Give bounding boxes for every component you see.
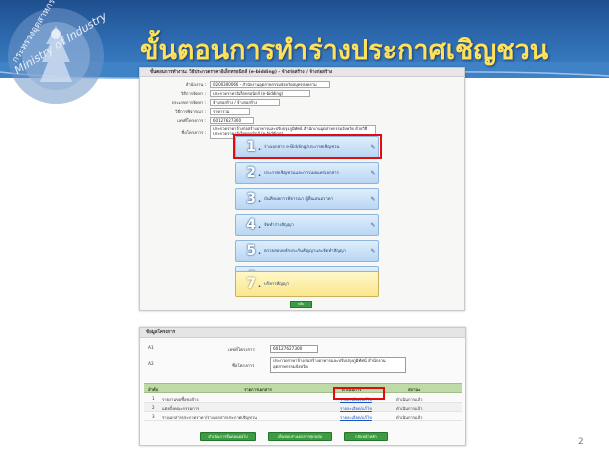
office-field[interactable]: 0200300066 - สำนักงานอุตสาหกรรมจังหวัดสม…: [210, 80, 330, 88]
row-doc: แต่งตั้งคณะกรรมการ: [162, 406, 200, 411]
next-step-button[interactable]: ดำเนินการขั้นตอนต่อไป: [200, 432, 256, 441]
row-status: ดำเนินการแล้ว: [396, 397, 423, 402]
workflow-screenshot: ขั้นตอนการทำงาน: วิธีประกวดราคาอิเล็กทรอ…: [139, 67, 465, 311]
slide: กระทรวงอุตสาหกรรม Ministry of Industry ข…: [0, 0, 609, 461]
detail-edit-link[interactable]: รายละเอียด/แก้ไข: [340, 405, 372, 412]
field-label: วิธีการพิจารณา :: [175, 108, 206, 114]
step-label: ตรวจสอบหลักประกันสัญญาและจัดทำสัญญา: [264, 248, 346, 254]
col-header: สถานะ: [408, 387, 421, 392]
row-no: 3: [152, 414, 155, 419]
field-label: ประเภทการจัดหา :: [171, 99, 206, 105]
row-status: ดำเนินการแล้ว: [396, 415, 423, 420]
table-row: 3 ร่างเอกสารประกวดราคา/ร่างเอกสารประกาศเ…: [144, 412, 462, 421]
col-header: ลำดับ: [148, 387, 159, 392]
project-number-field[interactable]: 60127627300: [210, 116, 254, 124]
field-label: เลขที่โครงการ :: [177, 117, 206, 123]
row-doc: ร่างเอกสารประกวดราคา/ร่างเอกสารประกาศเชิ…: [162, 415, 257, 420]
table-row: 1 รายงานขอซื้อขอจ้าง รายละเอียด/แก้ไข ดำ…: [144, 394, 462, 403]
step-5-button[interactable]: 5. ตรวจสอบหลักประกันสัญญาและจัดทำสัญญา ✎: [235, 240, 379, 262]
row-key: A2: [148, 362, 154, 367]
pencil-icon: ✎: [370, 195, 376, 203]
slide-title: ขั้นตอนการทำร่างประกาศเชิญชวน: [140, 35, 549, 66]
pencil-icon: ✎: [370, 169, 376, 177]
field-label: วิธีการจัดหา :: [180, 90, 206, 96]
step-dot: .: [258, 246, 262, 256]
table-header: ลำดับ รายการเอกสาร ดำเนินการ สถานะ: [144, 383, 462, 393]
row-doc: รายงานขอซื้อขอจ้าง: [162, 397, 199, 402]
field-label: ชื่อโครงการ :: [181, 129, 206, 135]
field-row-method: วิธีการจัดหา : ประกวดราคาอิเล็กทรอนิกส์ …: [140, 89, 310, 97]
row-no: 2: [152, 405, 155, 410]
step-label: บริหารสัญญา: [264, 281, 289, 287]
back-button[interactable]: กลับ: [290, 301, 312, 308]
field-row-office: สำนักงาน : 0200300066 - สำนักงานอุตสาหกร…: [140, 80, 330, 88]
row-label: ชื่อโครงการ: [232, 364, 255, 369]
home-button[interactable]: กลับหน้าหลัก: [344, 432, 388, 441]
page-number: 2: [578, 437, 584, 447]
step-dot: .: [258, 168, 262, 178]
col-header: รายการเอกสาร: [244, 387, 272, 392]
table-row: 2 แต่งตั้งคณะกรรมการ รายละเอียด/แก้ไข ดำ…: [144, 403, 462, 412]
project-screenshot: ข้อมูลโครงการ A1 เลขที่โครงการ 601276273…: [139, 327, 466, 446]
field-row-evaluation: วิธีการพิจารณา : ราคารวม: [140, 107, 250, 115]
form-title: ขั้นตอนการทำงาน: วิธีประกวดราคาอิเล็กทรอ…: [140, 68, 464, 77]
project-number-value[interactable]: 60127627300: [270, 345, 318, 353]
step-dot: .: [258, 220, 262, 230]
step-3-button[interactable]: 3. บันทึกผลการพิจารณา ผู้ยื่นเสนอราคา ✎: [235, 188, 379, 210]
step-label: บันทึกผลการพิจารณา ผู้ยื่นเสนอราคา: [264, 196, 334, 202]
step-number: 5: [246, 243, 256, 259]
step-7-button[interactable]: 7. บริหารสัญญา: [235, 271, 379, 297]
pencil-icon: ✎: [370, 221, 376, 229]
method-field[interactable]: ประกวดราคาอิเล็กทรอนิกส์ (e-bidding): [210, 89, 310, 97]
step-dot: .: [258, 279, 262, 289]
approve-all-button[interactable]: เห็นชอบร่างเอกสารทุกฉบับ: [268, 432, 332, 441]
field-row-project-no: เลขที่โครงการ : 60127627300: [140, 116, 254, 124]
project-name-value[interactable]: ประกวดราคาจ้างก่อสร้างอาคารและปรับปรุงภู…: [270, 357, 406, 373]
row-key: A1: [148, 346, 154, 351]
step-label: จัดทำร่างสัญญา: [264, 222, 294, 228]
step-label: ประกาศเชิญชวนและการเผยแพร่เอกสาร: [264, 170, 339, 176]
step-number: 3: [246, 191, 256, 207]
step-dot: .: [258, 194, 262, 204]
step-number: 4: [246, 217, 256, 233]
detail-edit-link[interactable]: รายละเอียด/แก้ไข: [340, 414, 372, 421]
step-2-button[interactable]: 2. ประกาศเชิญชวนและการเผยแพร่เอกสาร ✎: [235, 162, 379, 184]
step-number: 7: [246, 276, 256, 292]
action-column-highlight: [333, 387, 385, 400]
step-4-button[interactable]: 4. จัดทำร่างสัญญา ✎: [235, 214, 379, 236]
step-number: 2: [246, 165, 256, 181]
type-field[interactable]: จ้างก่อสร้าง / จ้างก่อสร้าง: [210, 98, 280, 106]
row-label: เลขที่โครงการ: [228, 348, 255, 353]
pencil-icon: ✎: [370, 247, 376, 255]
row-status: ดำเนินการแล้ว: [396, 406, 423, 411]
row-no: 1: [152, 396, 155, 401]
field-row-type: ประเภทการจัดหา : จ้างก่อสร้าง / จ้างก่อส…: [140, 98, 280, 106]
step-1-highlight: [233, 134, 382, 159]
project-heading: ข้อมูลโครงการ: [140, 328, 465, 338]
field-label: สำนักงาน :: [185, 81, 206, 87]
evaluation-field[interactable]: ราคารวม: [210, 107, 250, 115]
